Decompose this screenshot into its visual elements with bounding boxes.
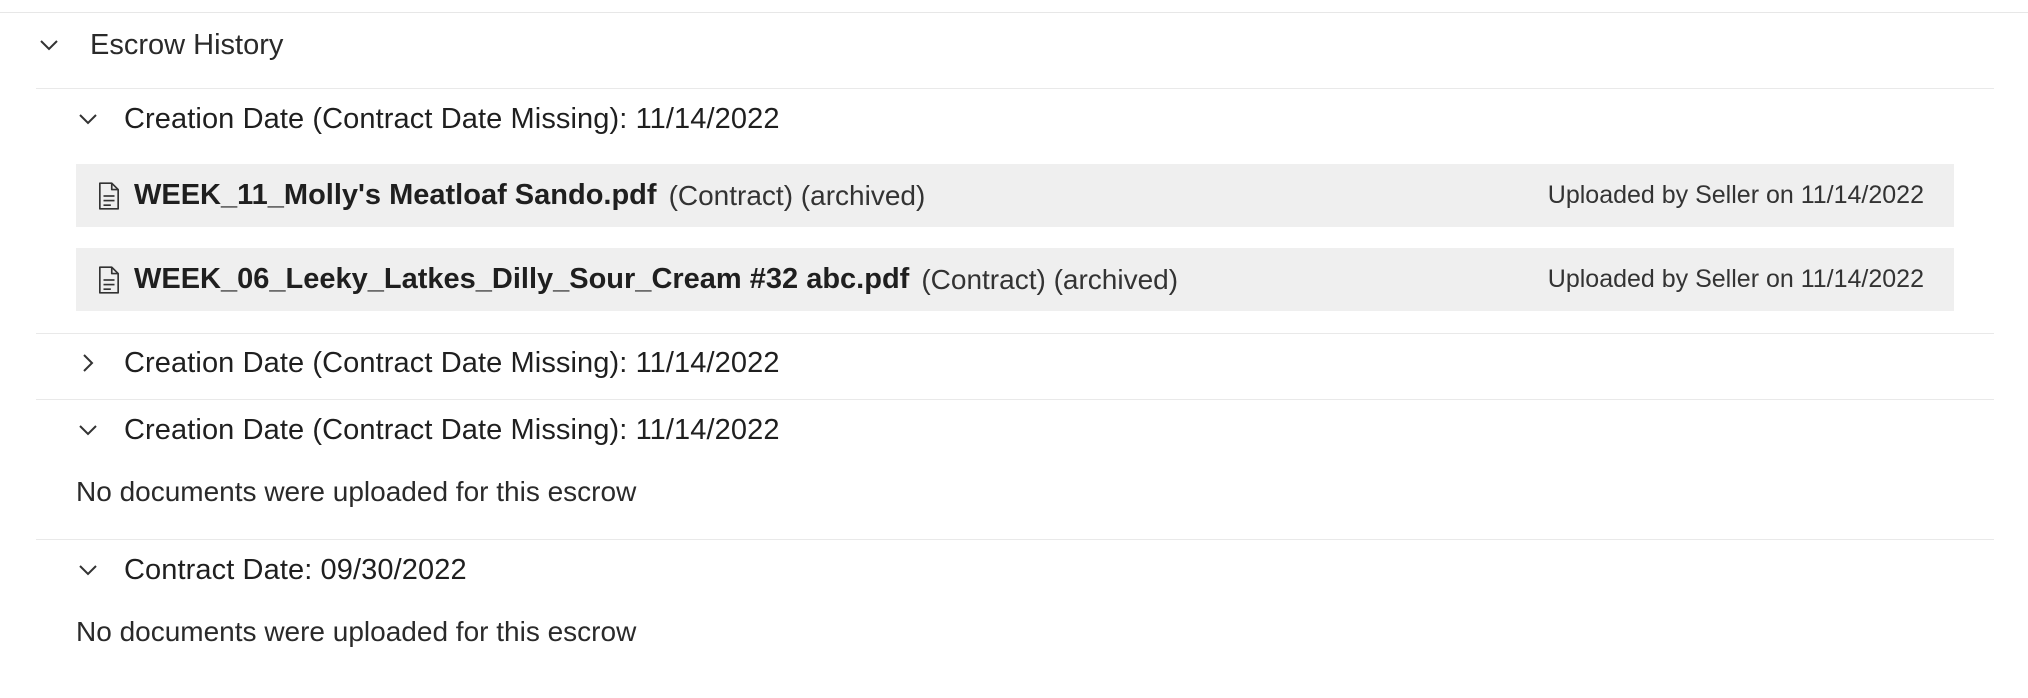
empty-message: No documents were uploaded for this escr…: [76, 616, 637, 647]
escrow-group-header[interactable]: Creation Date (Contract Date Missing): 1…: [75, 408, 780, 452]
divider: [36, 333, 1994, 334]
file-meta: (Contract) (archived): [921, 263, 1179, 295]
divider: [36, 88, 1994, 89]
file-uploaded-info: Uploaded by Seller on 11/14/2022: [1547, 265, 1924, 293]
empty-message: No documents were uploaded for this escr…: [76, 476, 637, 507]
chevron-down-icon[interactable]: [75, 106, 101, 132]
top-divider: [0, 12, 2028, 13]
document-icon: [96, 264, 122, 296]
file-meta: (Contract) (archived): [668, 179, 926, 211]
escrow-history-header[interactable]: Escrow History: [36, 22, 283, 68]
section-title: Escrow History: [90, 28, 284, 61]
group-title: Creation Date (Contract Date Missing): 1…: [124, 346, 780, 379]
chevron-right-icon[interactable]: [75, 350, 101, 376]
chevron-down-icon[interactable]: [36, 32, 62, 58]
divider: [36, 539, 1994, 540]
file-row[interactable]: WEEK_06_Leeky_Latkes_Dilly_Sour_Cream #3…: [76, 248, 1954, 311]
chevron-down-icon[interactable]: [75, 417, 101, 443]
file-row[interactable]: WEEK_11_Molly's Meatloaf Sando.pdf (Cont…: [76, 164, 1954, 227]
file-name-link[interactable]: WEEK_06_Leeky_Latkes_Dilly_Sour_Cream #3…: [134, 263, 909, 296]
escrow-group-header[interactable]: Creation Date (Contract Date Missing): 1…: [75, 97, 780, 141]
escrow-group-header[interactable]: Contract Date: 09/30/2022: [75, 548, 467, 592]
chevron-down-icon[interactable]: [75, 557, 101, 583]
escrow-group-header[interactable]: Creation Date (Contract Date Missing): 1…: [75, 341, 780, 385]
divider: [36, 399, 1994, 400]
file-uploaded-info: Uploaded by Seller on 11/14/2022: [1547, 181, 1924, 209]
document-icon: [96, 180, 122, 212]
file-name-link[interactable]: WEEK_11_Molly's Meatloaf Sando.pdf: [134, 179, 657, 212]
group-title: Contract Date: 09/30/2022: [124, 553, 467, 586]
group-title: Creation Date (Contract Date Missing): 1…: [124, 413, 780, 446]
group-title: Creation Date (Contract Date Missing): 1…: [124, 102, 780, 135]
